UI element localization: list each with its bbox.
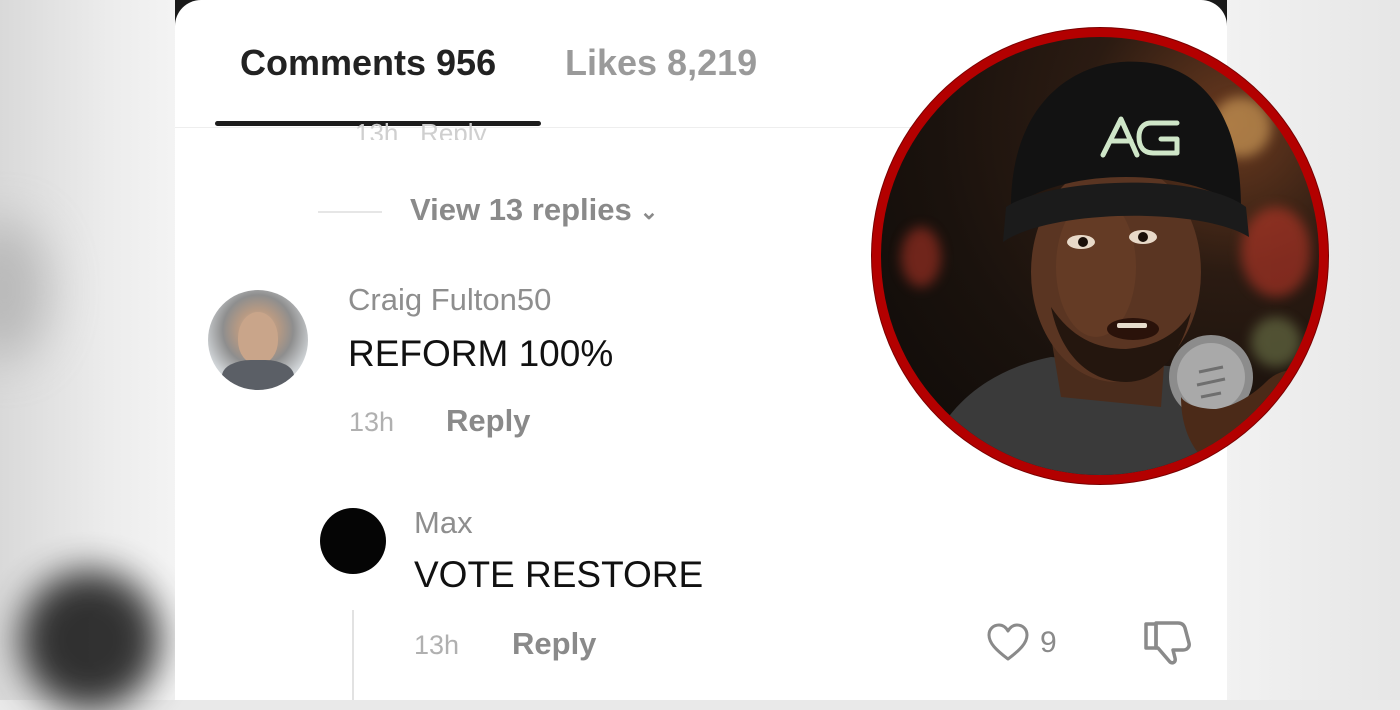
speaker-illustration bbox=[921, 61, 1319, 475]
tab-comments[interactable]: Comments 956 bbox=[240, 42, 496, 84]
reply-button[interactable]: Reply bbox=[446, 403, 530, 439]
tab-likes[interactable]: Likes 8,219 bbox=[565, 42, 757, 84]
view-replies-button[interactable]: View 13 replies ⌄ bbox=[410, 192, 658, 228]
avatar-shirt bbox=[222, 360, 294, 390]
reply-button[interactable]: Reply bbox=[512, 626, 596, 662]
chevron-down-icon: ⌄ bbox=[639, 198, 659, 224]
avatar[interactable] bbox=[320, 508, 386, 574]
avatar[interactable] bbox=[208, 290, 308, 390]
view-replies-label: View 13 replies bbox=[410, 192, 632, 227]
comment-username[interactable]: Max bbox=[414, 505, 473, 541]
speaker-photo bbox=[872, 28, 1328, 484]
thumbs-down-icon[interactable] bbox=[1142, 619, 1192, 665]
comment-text: VOTE RESTORE bbox=[414, 554, 704, 595]
scrolled-reply-link[interactable]: 13h Reply bbox=[355, 118, 487, 140]
blurred-dark-shape bbox=[20, 570, 160, 710]
thread-line bbox=[352, 610, 354, 700]
comment-text: REFORM 100% bbox=[348, 333, 614, 374]
comment-timestamp: 13h bbox=[349, 407, 395, 437]
speaker-photo-image bbox=[881, 37, 1319, 475]
like-count: 9 bbox=[1040, 626, 1057, 659]
replies-divider-line bbox=[318, 211, 382, 213]
comment-username[interactable]: Craig Fulton50 bbox=[348, 282, 551, 318]
comment-timestamp: 13h bbox=[414, 630, 460, 660]
heart-outline-icon[interactable] bbox=[986, 622, 1030, 662]
avatar-face bbox=[238, 312, 278, 364]
